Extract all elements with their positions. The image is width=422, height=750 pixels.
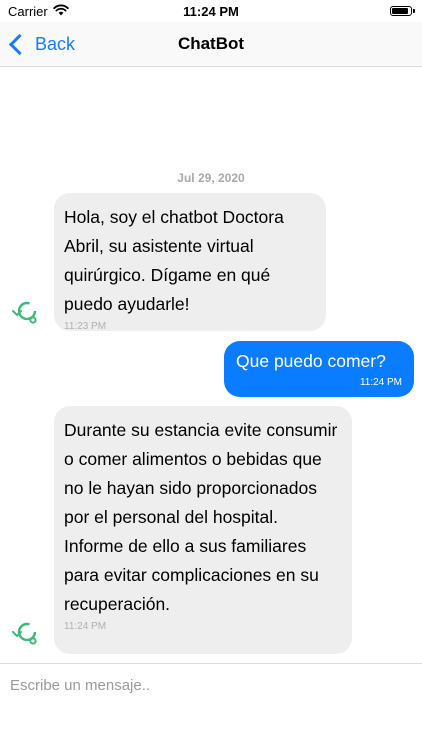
battery-level [392,8,408,14]
status-bar: Carrier 11:24 PM [0,0,422,22]
bot-message: Hola, soy el chatbot Doctora Abril, su a… [54,193,326,332]
message-text: Que puedo comer? [236,351,386,371]
message-text: Hola, soy el chatbot Doctora Abril, su a… [64,207,284,314]
wifi-icon [53,4,69,19]
message-text: Durante su estancia evite consumir o com… [64,420,338,614]
bot-avatar-icon [12,622,37,645]
message-input[interactable] [10,674,410,696]
carrier-label: Carrier [8,3,48,19]
composer [0,663,422,750]
back-label: Back [35,33,76,54]
message-time: 11:23 PM [64,321,107,332]
chevron-left-icon [8,33,31,55]
back-button[interactable]: Back [8,33,76,55]
date-label: Jul 29, 2020 [177,171,245,185]
chat-screen: Carrier 11:24 PM Back ChatBot Jul 29, 20… [0,0,422,750]
bot-message: Durante su estancia evite consumir o com… [54,406,352,654]
status-left: Carrier [8,4,69,19]
message-time: 11:24 PM [64,621,107,632]
nav-bar: Back ChatBot [0,22,422,67]
message-time: 11:24 PM [359,377,402,388]
bot-avatar-icon [12,301,37,324]
battery-icon [390,6,415,16]
user-message: Que puedo comer? 11:24 PM [224,341,414,397]
chat-area[interactable]: Jul 29, 2020 Hola, soy el chatbot Doctor… [0,67,422,663]
